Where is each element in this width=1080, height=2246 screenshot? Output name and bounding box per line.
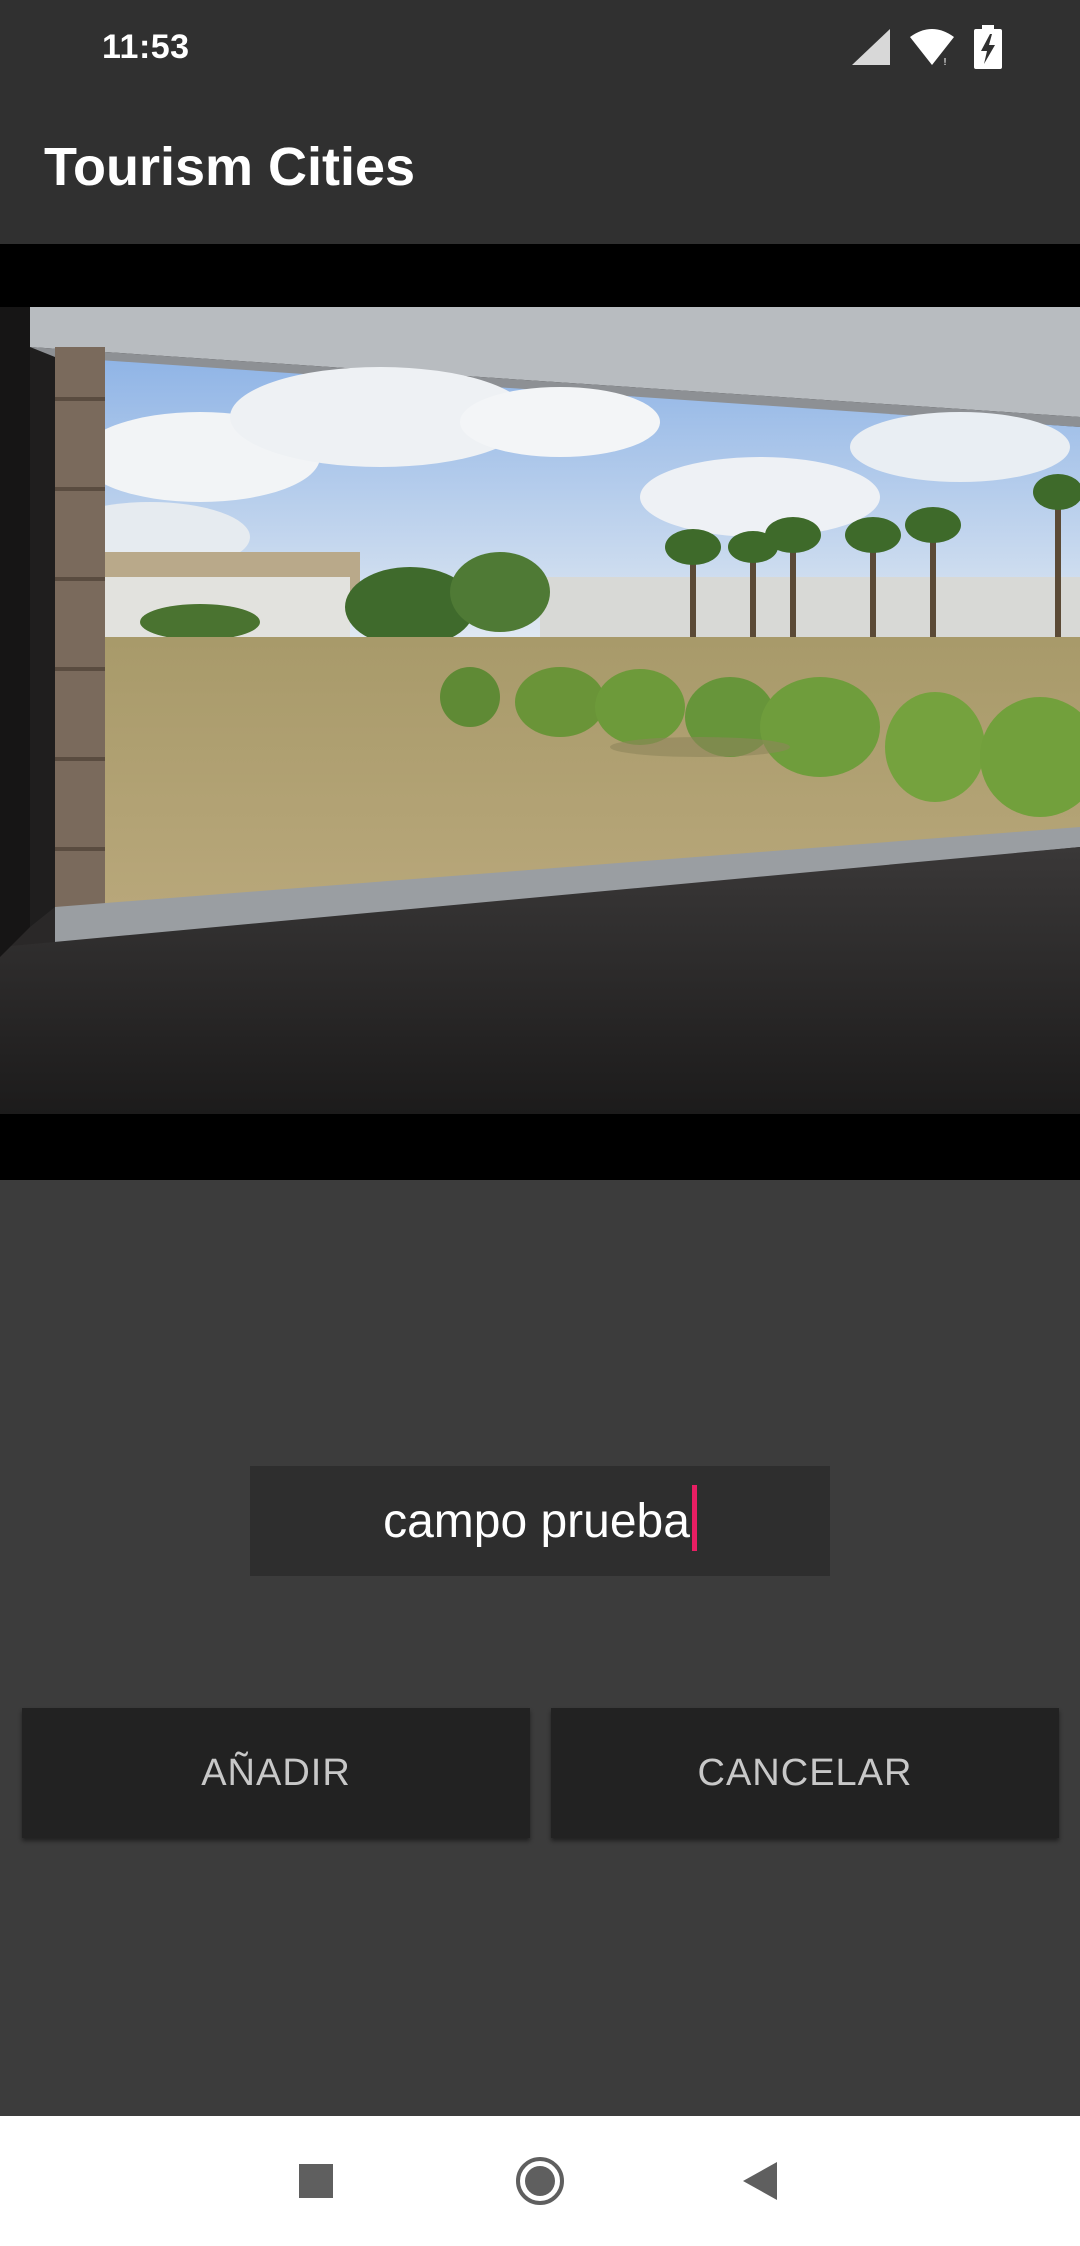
app-bar: Tourism Cities xyxy=(0,96,1080,244)
photo-preview xyxy=(0,244,1080,1180)
navigation-bar xyxy=(0,2116,1080,2246)
back-button[interactable] xyxy=(730,2151,790,2211)
home-button[interactable] xyxy=(510,2151,570,2211)
app-title: Tourism Cities xyxy=(44,137,416,197)
captured-photo-image xyxy=(0,307,1080,1114)
text-cursor xyxy=(691,1485,697,1551)
status-bar: 11:53 ! xyxy=(0,0,1080,96)
add-button[interactable]: AÑADIR xyxy=(22,1708,530,1838)
place-name-value: campo prueba xyxy=(383,1494,690,1548)
recents-button[interactable] xyxy=(286,2151,346,2211)
cancel-button[interactable]: CANCELAR xyxy=(551,1708,1059,1838)
status-icons: ! xyxy=(850,22,1004,72)
cellular-signal-icon xyxy=(852,29,890,65)
svg-text:!: ! xyxy=(943,57,947,67)
screen: 11:53 ! Tourism Cities campo prueba AÑAD… xyxy=(0,0,1080,2246)
recents-square-icon xyxy=(299,2164,333,2198)
wifi-icon: ! xyxy=(910,29,954,67)
battery-charging-icon xyxy=(974,25,1002,69)
back-triangle-icon xyxy=(743,2162,777,2200)
photo-scene-image xyxy=(0,307,1080,1114)
status-time: 11:53 xyxy=(102,28,190,66)
place-name-input[interactable]: campo prueba xyxy=(250,1466,830,1576)
home-circle-icon xyxy=(516,2157,564,2205)
